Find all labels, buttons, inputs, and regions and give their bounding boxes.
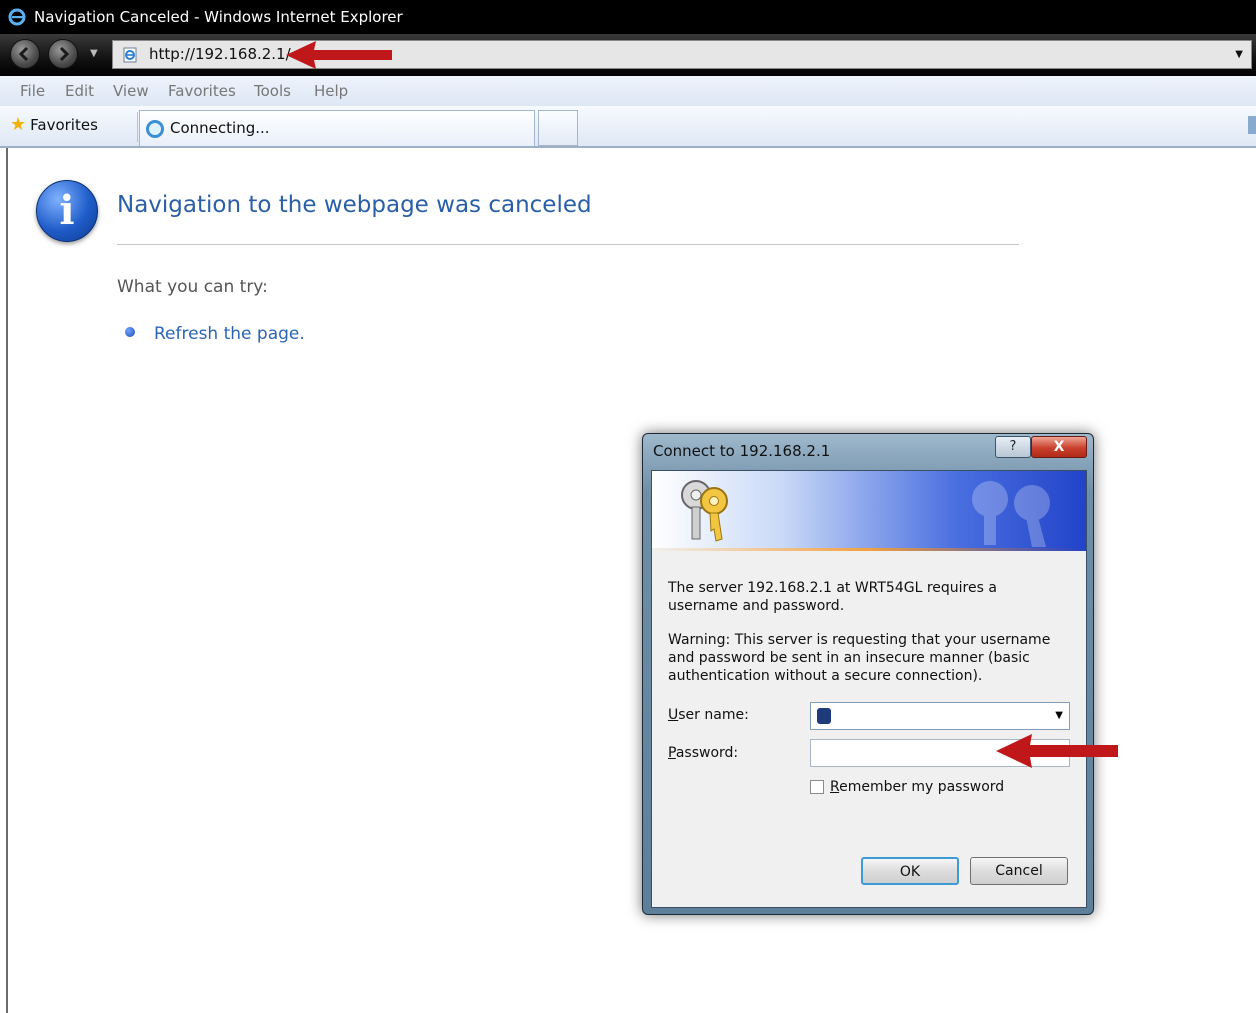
- address-dropdown-icon[interactable]: ▼: [1235, 49, 1243, 60]
- remember-password-label[interactable]: Remember my password: [830, 779, 1004, 795]
- address-url[interactable]: http://192.168.2.1/: [149, 45, 291, 63]
- tab-connecting[interactable]: Connecting...: [139, 110, 535, 146]
- page-title: Navigation to the webpage was canceled: [117, 192, 592, 218]
- window-title: Navigation Canceled - Windows Internet E…: [34, 8, 403, 26]
- ok-button[interactable]: OK: [861, 857, 959, 885]
- back-button[interactable]: [10, 39, 40, 69]
- dialog-banner: [652, 471, 1086, 551]
- new-tab-button[interactable]: [538, 110, 578, 146]
- page-icon: [123, 47, 137, 63]
- divider: [117, 244, 1019, 245]
- red-arrow-icon: [996, 734, 1118, 768]
- forward-button[interactable]: [48, 39, 78, 69]
- loading-spinner-icon: [146, 120, 164, 138]
- window-left-border: [6, 148, 8, 1013]
- close-button[interactable]: X: [1031, 436, 1087, 458]
- menu-tools[interactable]: Tools: [254, 82, 291, 100]
- refresh-page-link[interactable]: Refresh the page.: [154, 324, 305, 344]
- toolbar-divider: [137, 112, 138, 142]
- menu-view[interactable]: View: [113, 82, 149, 100]
- home-icon[interactable]: [1248, 116, 1256, 134]
- try-label: What you can try:: [117, 277, 268, 297]
- dialog-message: The server 192.168.2.1 at WRT54GL requir…: [668, 580, 997, 614]
- keys-watermark-icon: [972, 481, 1050, 547]
- password-label: Password:: [668, 745, 739, 761]
- dialog-title: Connect to 192.168.2.1: [653, 442, 831, 460]
- username-label: User name:: [668, 707, 749, 723]
- info-icon: i: [36, 180, 98, 242]
- window-titlebar: Navigation Canceled - Windows Internet E…: [0, 0, 1256, 34]
- address-toolbar: ▼ http://192.168.2.1/ ▼: [0, 34, 1256, 76]
- menu-help[interactable]: Help: [314, 82, 348, 100]
- internet-explorer-icon: [8, 8, 26, 26]
- menu-favorites[interactable]: Favorites: [168, 82, 236, 100]
- favorites-label: Favorites: [30, 116, 98, 134]
- dialog-warning: Warning: This server is requesting that …: [668, 632, 1051, 684]
- tab-label: Connecting...: [170, 119, 270, 137]
- menu-file[interactable]: File: [20, 82, 45, 100]
- back-arrow-icon: [18, 46, 29, 62]
- favorites-button[interactable]: ★ Favorites: [10, 114, 98, 135]
- help-button[interactable]: ?: [995, 436, 1031, 458]
- menu-edit[interactable]: Edit: [65, 82, 94, 100]
- recent-pages-dropdown-icon[interactable]: ▼: [90, 48, 98, 59]
- dialog-body: The server 192.168.2.1 at WRT54GL requir…: [651, 470, 1087, 908]
- favorites-tab-bar: ★ Favorites Connecting...: [0, 106, 1256, 148]
- bullet-icon: [125, 327, 135, 337]
- user-icon: [817, 708, 831, 724]
- red-arrow-icon: [286, 41, 392, 69]
- cancel-button[interactable]: Cancel: [970, 857, 1068, 885]
- menu-bar: File Edit View Favorites Tools Help: [0, 76, 1256, 107]
- keys-icon: [681, 480, 728, 542]
- banner-accent-bar: [652, 548, 1086, 551]
- username-combobox[interactable]: ▼: [810, 702, 1070, 730]
- forward-arrow-icon: [59, 46, 70, 62]
- remember-password-checkbox[interactable]: [810, 780, 824, 794]
- star-icon: ★: [10, 114, 27, 135]
- chevron-down-icon[interactable]: ▼: [1055, 710, 1063, 721]
- connect-dialog: Connect to 192.168.2.1 ? X The server 19…: [642, 433, 1094, 915]
